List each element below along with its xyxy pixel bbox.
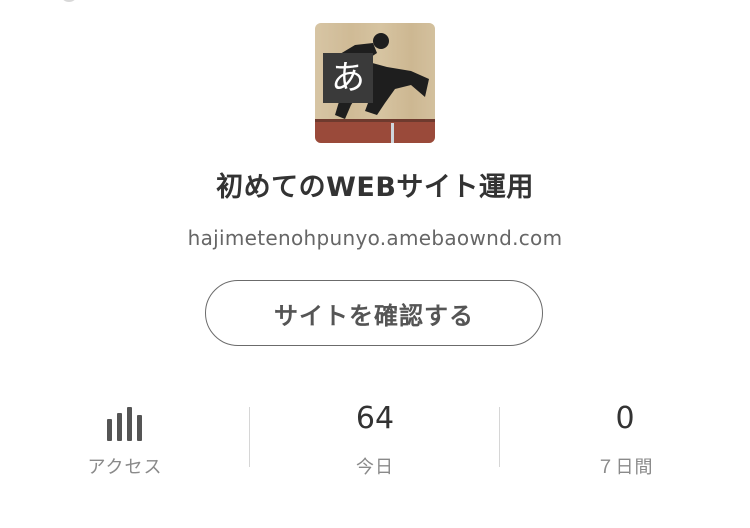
site-url[interactable]: hajimetenohpunyo.amebaownd.com [0, 226, 750, 250]
site-summary-card: あ 初めてのWEBサイト運用 hajimetenohpunyo.amebaown… [0, 0, 750, 528]
stat-week: 0 ７日間 [500, 395, 750, 485]
bar-chart-icon [107, 407, 142, 441]
stat-access[interactable]: アクセス [0, 395, 250, 485]
week-count: 0 [615, 401, 635, 436]
stat-today: 64 今日 [250, 395, 500, 485]
top-edge-decoration [62, 0, 76, 2]
access-stats: アクセス 64 今日 0 ７日間 [0, 395, 750, 485]
thumbnail-badge: あ [323, 53, 373, 103]
check-site-button[interactable]: サイトを確認する [205, 280, 543, 346]
today-count: 64 [355, 401, 395, 436]
week-label: ７日間 [596, 457, 654, 478]
site-title: 初めてのWEBサイト運用 [216, 172, 534, 203]
access-label: アクセス [87, 457, 163, 478]
today-label: 今日 [356, 457, 394, 478]
